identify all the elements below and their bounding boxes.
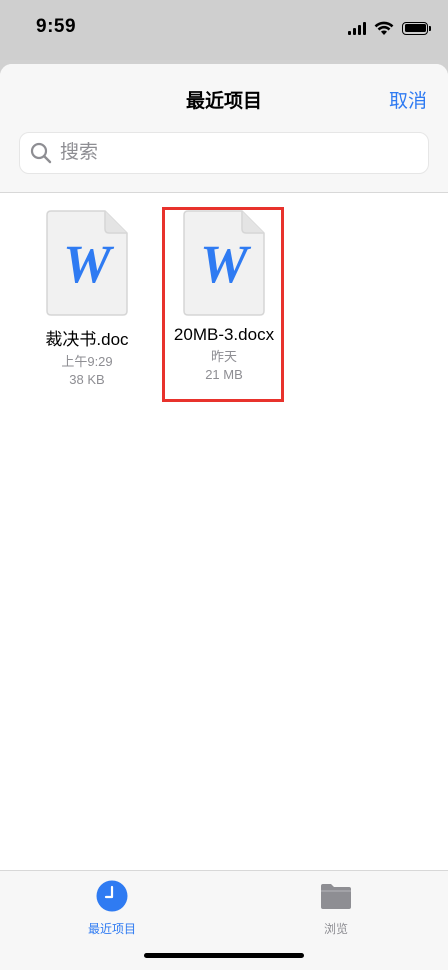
search-icon: [30, 142, 52, 164]
status-bar: 9:59: [0, 0, 448, 60]
status-icons: [348, 18, 431, 38]
tab-label: 浏览: [323, 922, 348, 936]
folder-icon: [321, 884, 351, 909]
file-name: 裁决书.doc: [45, 330, 129, 349]
tab-label: 最近项目: [87, 922, 136, 936]
wifi-icon: [374, 21, 394, 35]
file-picker-sheet: 最近项目 取消 W 裁决书.doc 上午9:29 38 KB: [0, 64, 448, 970]
file-meta: 上午9:29 38 KB: [27, 353, 147, 389]
status-time: 9:59: [36, 16, 77, 37]
battery-icon: [402, 21, 431, 35]
word-letter: W: [199, 234, 248, 294]
file-meta: 昨天 21 MB: [164, 348, 284, 384]
file-name: 20MB-3.docx: [173, 325, 275, 344]
page-title: 最近项目: [185, 91, 262, 112]
file-size: 21 MB: [205, 367, 243, 382]
tab-browse[interactable]: 浏览: [276, 879, 396, 937]
file-item[interactable]: W 20MB-3.docx 昨天 21 MB: [164, 209, 284, 384]
tab-recents[interactable]: 最近项目: [52, 879, 172, 937]
file-size: 38 KB: [69, 372, 105, 387]
search-bar[interactable]: [19, 132, 429, 174]
word-letter: W: [62, 234, 111, 294]
home-indicator[interactable]: [144, 953, 304, 958]
clock-icon: [96, 880, 128, 912]
word-doc-icon: W: [182, 209, 266, 317]
navigation-bar: 最近项目 取消: [0, 64, 448, 193]
cellular-signal-icon: [348, 21, 366, 35]
cancel-button[interactable]: 取消: [389, 86, 427, 113]
search-input[interactable]: [60, 142, 390, 164]
file-item[interactable]: W 裁决书.doc 上午9:29 38 KB: [27, 209, 147, 389]
word-doc-icon: W: [45, 209, 129, 317]
file-date: 昨天: [210, 349, 237, 364]
file-date: 上午9:29: [61, 354, 113, 369]
